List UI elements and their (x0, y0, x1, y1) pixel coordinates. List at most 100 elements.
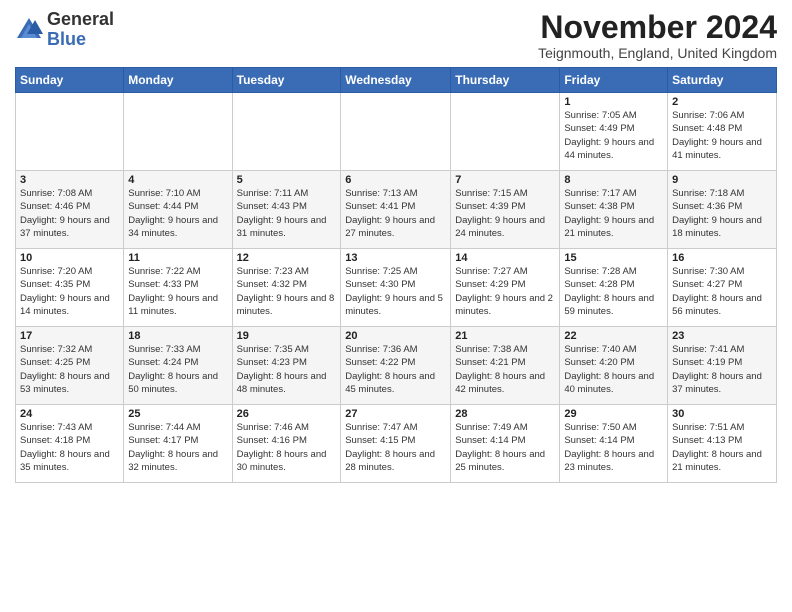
day-number: 3 (20, 174, 119, 186)
table-row: 12Sunrise: 7:23 AM Sunset: 4:32 PM Dayli… (232, 249, 341, 327)
table-row (124, 93, 232, 171)
header: General Blue November 2024 Teignmouth, E… (15, 10, 777, 61)
col-sunday: Sunday (16, 68, 124, 93)
table-row: 20Sunrise: 7:36 AM Sunset: 4:22 PM Dayli… (341, 327, 451, 405)
day-number: 9 (672, 174, 772, 186)
day-info: Sunrise: 7:10 AM Sunset: 4:44 PM Dayligh… (128, 187, 227, 240)
day-info: Sunrise: 7:20 AM Sunset: 4:35 PM Dayligh… (20, 265, 119, 318)
table-row: 10Sunrise: 7:20 AM Sunset: 4:35 PM Dayli… (16, 249, 124, 327)
logo: General Blue (15, 10, 114, 50)
table-row: 25Sunrise: 7:44 AM Sunset: 4:17 PM Dayli… (124, 405, 232, 483)
day-info: Sunrise: 7:47 AM Sunset: 4:15 PM Dayligh… (345, 421, 446, 474)
table-row: 6Sunrise: 7:13 AM Sunset: 4:41 PM Daylig… (341, 171, 451, 249)
calendar: Sunday Monday Tuesday Wednesday Thursday… (15, 67, 777, 483)
day-number: 30 (672, 408, 772, 420)
table-row: 27Sunrise: 7:47 AM Sunset: 4:15 PM Dayli… (341, 405, 451, 483)
day-number: 21 (455, 330, 555, 342)
day-number: 22 (564, 330, 663, 342)
day-info: Sunrise: 7:11 AM Sunset: 4:43 PM Dayligh… (237, 187, 337, 240)
day-info: Sunrise: 7:22 AM Sunset: 4:33 PM Dayligh… (128, 265, 227, 318)
page: General Blue November 2024 Teignmouth, E… (0, 0, 792, 612)
table-row: 16Sunrise: 7:30 AM Sunset: 4:27 PM Dayli… (668, 249, 777, 327)
table-row: 13Sunrise: 7:25 AM Sunset: 4:30 PM Dayli… (341, 249, 451, 327)
table-row: 4Sunrise: 7:10 AM Sunset: 4:44 PM Daylig… (124, 171, 232, 249)
table-row: 8Sunrise: 7:17 AM Sunset: 4:38 PM Daylig… (560, 171, 668, 249)
table-row: 9Sunrise: 7:18 AM Sunset: 4:36 PM Daylig… (668, 171, 777, 249)
col-tuesday: Tuesday (232, 68, 341, 93)
day-info: Sunrise: 7:40 AM Sunset: 4:20 PM Dayligh… (564, 343, 663, 396)
table-row: 11Sunrise: 7:22 AM Sunset: 4:33 PM Dayli… (124, 249, 232, 327)
day-number: 5 (237, 174, 337, 186)
table-row: 17Sunrise: 7:32 AM Sunset: 4:25 PM Dayli… (16, 327, 124, 405)
day-info: Sunrise: 7:33 AM Sunset: 4:24 PM Dayligh… (128, 343, 227, 396)
day-number: 1 (564, 96, 663, 108)
day-info: Sunrise: 7:05 AM Sunset: 4:49 PM Dayligh… (564, 109, 663, 162)
week-row-1: 1Sunrise: 7:05 AM Sunset: 4:49 PM Daylig… (16, 93, 777, 171)
col-wednesday: Wednesday (341, 68, 451, 93)
month-title: November 2024 (538, 10, 777, 45)
day-info: Sunrise: 7:46 AM Sunset: 4:16 PM Dayligh… (237, 421, 337, 474)
location: Teignmouth, England, United Kingdom (538, 45, 777, 61)
table-row: 5Sunrise: 7:11 AM Sunset: 4:43 PM Daylig… (232, 171, 341, 249)
table-row: 28Sunrise: 7:49 AM Sunset: 4:14 PM Dayli… (451, 405, 560, 483)
week-row-3: 10Sunrise: 7:20 AM Sunset: 4:35 PM Dayli… (16, 249, 777, 327)
day-number: 29 (564, 408, 663, 420)
table-row: 19Sunrise: 7:35 AM Sunset: 4:23 PM Dayli… (232, 327, 341, 405)
day-info: Sunrise: 7:36 AM Sunset: 4:22 PM Dayligh… (345, 343, 446, 396)
day-info: Sunrise: 7:49 AM Sunset: 4:14 PM Dayligh… (455, 421, 555, 474)
table-row: 30Sunrise: 7:51 AM Sunset: 4:13 PM Dayli… (668, 405, 777, 483)
day-info: Sunrise: 7:23 AM Sunset: 4:32 PM Dayligh… (237, 265, 337, 318)
day-info: Sunrise: 7:30 AM Sunset: 4:27 PM Dayligh… (672, 265, 772, 318)
day-info: Sunrise: 7:51 AM Sunset: 4:13 PM Dayligh… (672, 421, 772, 474)
table-row: 1Sunrise: 7:05 AM Sunset: 4:49 PM Daylig… (560, 93, 668, 171)
table-row: 26Sunrise: 7:46 AM Sunset: 4:16 PM Dayli… (232, 405, 341, 483)
day-number: 28 (455, 408, 555, 420)
week-row-2: 3Sunrise: 7:08 AM Sunset: 4:46 PM Daylig… (16, 171, 777, 249)
table-row (16, 93, 124, 171)
day-info: Sunrise: 7:41 AM Sunset: 4:19 PM Dayligh… (672, 343, 772, 396)
day-info: Sunrise: 7:25 AM Sunset: 4:30 PM Dayligh… (345, 265, 446, 318)
day-info: Sunrise: 7:13 AM Sunset: 4:41 PM Dayligh… (345, 187, 446, 240)
day-number: 27 (345, 408, 446, 420)
logo-text: General Blue (47, 10, 114, 50)
table-row: 18Sunrise: 7:33 AM Sunset: 4:24 PM Dayli… (124, 327, 232, 405)
day-number: 11 (128, 252, 227, 264)
logo-icon (15, 16, 43, 44)
day-info: Sunrise: 7:17 AM Sunset: 4:38 PM Dayligh… (564, 187, 663, 240)
day-info: Sunrise: 7:38 AM Sunset: 4:21 PM Dayligh… (455, 343, 555, 396)
table-row: 2Sunrise: 7:06 AM Sunset: 4:48 PM Daylig… (668, 93, 777, 171)
table-row: 29Sunrise: 7:50 AM Sunset: 4:14 PM Dayli… (560, 405, 668, 483)
day-number: 14 (455, 252, 555, 264)
day-info: Sunrise: 7:06 AM Sunset: 4:48 PM Dayligh… (672, 109, 772, 162)
day-number: 15 (564, 252, 663, 264)
day-info: Sunrise: 7:35 AM Sunset: 4:23 PM Dayligh… (237, 343, 337, 396)
day-info: Sunrise: 7:44 AM Sunset: 4:17 PM Dayligh… (128, 421, 227, 474)
day-number: 12 (237, 252, 337, 264)
day-number: 8 (564, 174, 663, 186)
day-number: 18 (128, 330, 227, 342)
table-row (341, 93, 451, 171)
day-number: 6 (345, 174, 446, 186)
col-thursday: Thursday (451, 68, 560, 93)
day-number: 25 (128, 408, 227, 420)
day-number: 10 (20, 252, 119, 264)
header-row: Sunday Monday Tuesday Wednesday Thursday… (16, 68, 777, 93)
logo-general: General (47, 9, 114, 29)
table-row: 7Sunrise: 7:15 AM Sunset: 4:39 PM Daylig… (451, 171, 560, 249)
day-number: 24 (20, 408, 119, 420)
week-row-5: 24Sunrise: 7:43 AM Sunset: 4:18 PM Dayli… (16, 405, 777, 483)
day-info: Sunrise: 7:15 AM Sunset: 4:39 PM Dayligh… (455, 187, 555, 240)
col-saturday: Saturday (668, 68, 777, 93)
table-row: 23Sunrise: 7:41 AM Sunset: 4:19 PM Dayli… (668, 327, 777, 405)
day-number: 23 (672, 330, 772, 342)
logo-blue: Blue (47, 29, 86, 49)
table-row: 3Sunrise: 7:08 AM Sunset: 4:46 PM Daylig… (16, 171, 124, 249)
week-row-4: 17Sunrise: 7:32 AM Sunset: 4:25 PM Dayli… (16, 327, 777, 405)
day-info: Sunrise: 7:28 AM Sunset: 4:28 PM Dayligh… (564, 265, 663, 318)
day-number: 20 (345, 330, 446, 342)
day-info: Sunrise: 7:27 AM Sunset: 4:29 PM Dayligh… (455, 265, 555, 318)
day-number: 17 (20, 330, 119, 342)
table-row: 15Sunrise: 7:28 AM Sunset: 4:28 PM Dayli… (560, 249, 668, 327)
day-number: 19 (237, 330, 337, 342)
day-info: Sunrise: 7:43 AM Sunset: 4:18 PM Dayligh… (20, 421, 119, 474)
